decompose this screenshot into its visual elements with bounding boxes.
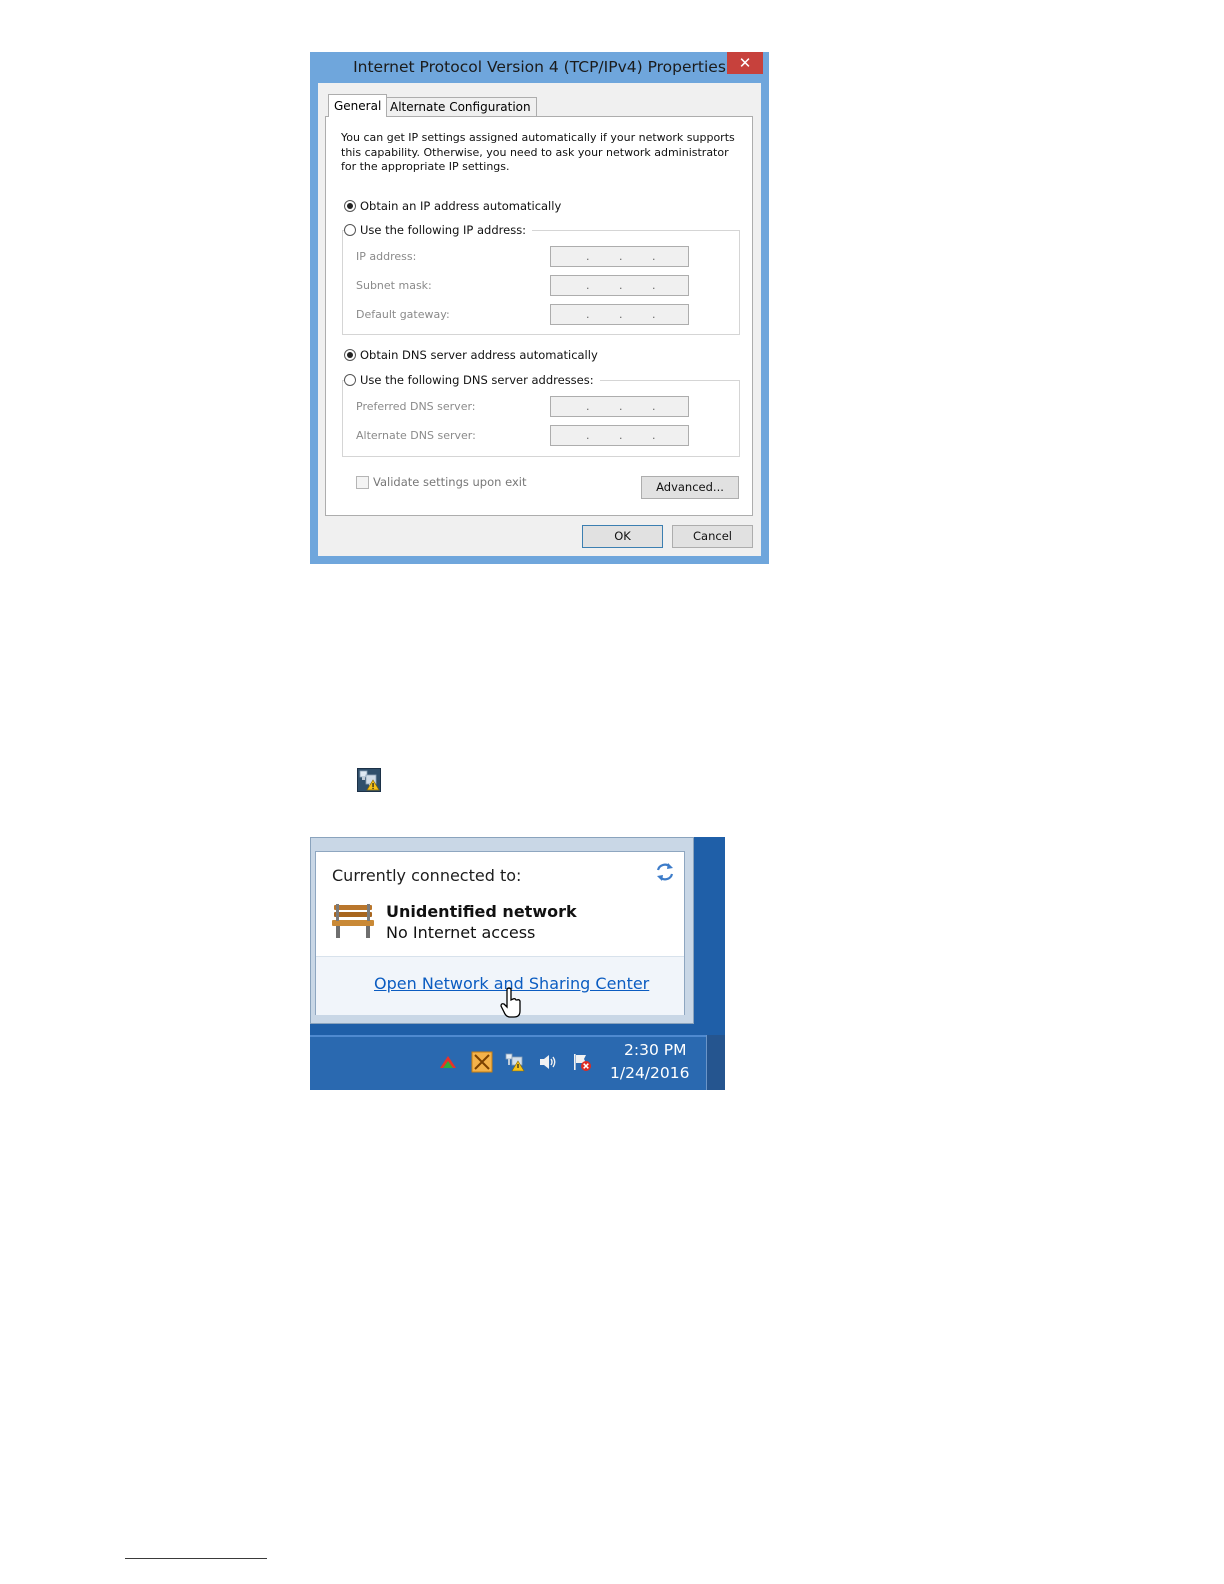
preferred-dns-input[interactable]: ... bbox=[550, 396, 689, 417]
network-warning-icon[interactable] bbox=[505, 1052, 525, 1072]
validate-settings-checkbox[interactable]: Validate settings upon exit bbox=[356, 475, 526, 489]
default-gateway-input[interactable]: ... bbox=[550, 304, 689, 325]
taskbar: 2:30 PM 1/24/2016 bbox=[310, 1035, 725, 1090]
alternate-dns-label: Alternate DNS server: bbox=[356, 429, 476, 442]
tab-general[interactable]: General bbox=[328, 94, 388, 117]
bench-icon bbox=[332, 904, 374, 938]
network-popup-screenshot: Currently connected to: Unidentified net… bbox=[310, 837, 725, 1090]
network-name: Unidentified network bbox=[386, 902, 577, 921]
general-tab-panel: You can get IP settings assigned automat… bbox=[325, 116, 753, 516]
speaker-icon[interactable] bbox=[538, 1052, 558, 1072]
refresh-icon[interactable] bbox=[654, 861, 676, 883]
tab-alternate-configuration[interactable]: Alternate Configuration bbox=[384, 97, 537, 117]
footnote-separator bbox=[125, 1558, 267, 1559]
ip-address-label: IP address: bbox=[356, 250, 417, 263]
intro-text: You can get IP settings assigned automat… bbox=[341, 131, 735, 173]
subnet-mask-input[interactable]: ... bbox=[550, 275, 689, 296]
clock-time[interactable]: 2:30 PM bbox=[624, 1041, 686, 1059]
radio-unselected-icon bbox=[344, 224, 356, 236]
dialog-body: General Alternate Configuration You can … bbox=[318, 83, 761, 556]
obtain-ip-auto-radio[interactable]: Obtain an IP address automatically bbox=[344, 199, 561, 213]
validate-settings-label: Validate settings upon exit bbox=[373, 475, 527, 489]
close-button[interactable]: ✕ bbox=[727, 52, 763, 74]
cancel-button[interactable]: Cancel bbox=[672, 525, 753, 548]
advanced-button[interactable]: Advanced... bbox=[641, 476, 739, 499]
network-status: No Internet access bbox=[386, 923, 536, 942]
use-following-ip-radio[interactable]: Use the following IP address: bbox=[344, 223, 533, 237]
ipv4-properties-dialog: Internet Protocol Version 4 (TCP/IPv4) P… bbox=[310, 52, 769, 564]
default-gateway-label: Default gateway: bbox=[356, 308, 450, 321]
subnet-mask-label: Subnet mask: bbox=[356, 279, 432, 292]
ok-button[interactable]: OK bbox=[582, 525, 663, 548]
action-center-flag-icon[interactable] bbox=[572, 1052, 592, 1072]
use-following-dns-label: Use the following DNS server addresses: bbox=[360, 373, 594, 387]
ip-address-input[interactable]: ... bbox=[550, 246, 689, 267]
hand-cursor-icon bbox=[500, 987, 521, 1018]
obtain-dns-auto-radio[interactable]: Obtain DNS server address automatically bbox=[344, 348, 598, 362]
network-warning-icon bbox=[357, 768, 381, 792]
dialog-title: Internet Protocol Version 4 (TCP/IPv4) P… bbox=[353, 58, 726, 76]
obtain-dns-auto-label: Obtain DNS server address automatically bbox=[360, 348, 598, 362]
show-desktop-button[interactable] bbox=[706, 1035, 725, 1090]
radio-selected-icon bbox=[344, 200, 356, 212]
checkbox-box bbox=[356, 475, 369, 489]
obtain-ip-auto-label: Obtain an IP address automatically bbox=[360, 199, 562, 213]
alternate-dns-input[interactable]: ... bbox=[550, 425, 689, 446]
radio-selected-icon bbox=[344, 349, 356, 361]
clock-date[interactable]: 1/24/2016 bbox=[610, 1064, 689, 1082]
arrow-up-icon[interactable] bbox=[438, 1052, 458, 1072]
radio-unselected-icon bbox=[344, 374, 356, 386]
use-following-dns-radio[interactable]: Use the following DNS server addresses: bbox=[344, 373, 600, 387]
use-following-ip-label: Use the following IP address: bbox=[360, 223, 527, 237]
preferred-dns-label: Preferred DNS server: bbox=[356, 400, 476, 413]
popup-title: Currently connected to: bbox=[332, 866, 522, 885]
app-x-icon[interactable] bbox=[471, 1051, 493, 1073]
